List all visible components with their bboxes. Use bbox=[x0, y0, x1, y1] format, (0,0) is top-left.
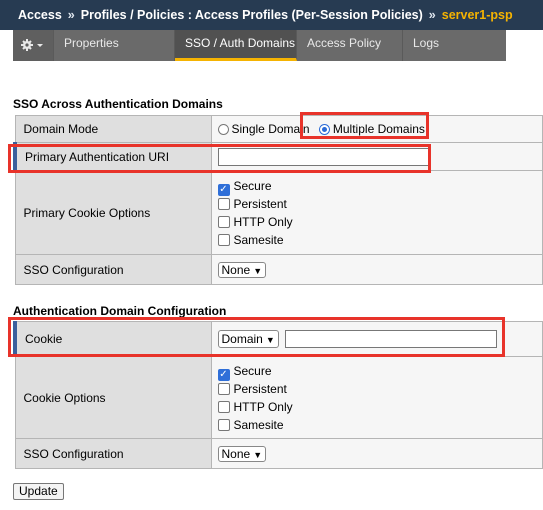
breadcrumb-current: server1-psp bbox=[441, 8, 513, 22]
cookie-options-row: Cookie Options ✓ Secure Persistent HTTP O… bbox=[14, 356, 543, 439]
primary-cookie-options-label: Primary Cookie Options bbox=[14, 170, 212, 255]
sso-configuration-row: SSO Configuration None ▼ bbox=[14, 254, 543, 285]
sso-configuration-value: None bbox=[221, 262, 251, 277]
breadcrumb-item-profiles[interactable]: Profiles / Policies : Access Profiles (P… bbox=[81, 8, 423, 22]
primary-http-only-checkbox[interactable] bbox=[217, 215, 230, 228]
sso-configuration-label: SSO Configuration bbox=[14, 254, 212, 285]
cookie-row: Cookie Domain ▼ bbox=[13, 321, 543, 357]
multiple-domains-label: Multiple Domains bbox=[332, 122, 425, 136]
chevron-down-icon: ▼ bbox=[265, 335, 275, 345]
sso-configuration-select[interactable]: None ▼ bbox=[217, 261, 267, 278]
tab-sso-auth-domains[interactable]: SSO / Auth Domains bbox=[175, 30, 297, 61]
primary-http-only-label: HTTP Only bbox=[233, 214, 293, 229]
gear-menu-button[interactable] bbox=[13, 30, 54, 61]
breadcrumb-item-access[interactable]: Access bbox=[18, 8, 62, 22]
radio-single-domain[interactable] bbox=[217, 124, 229, 135]
domain-mode-options: Single Domain Multiple Domains bbox=[210, 115, 543, 143]
http-only-label: HTTP Only bbox=[233, 399, 293, 414]
auth-sso-configuration-value: None bbox=[221, 446, 251, 461]
primary-secure-label: Secure bbox=[233, 178, 272, 193]
section-title-auth-domain: Authentication Domain Configuration bbox=[13, 304, 227, 318]
primary-samesite-label: Samesite bbox=[233, 232, 284, 247]
primary-persistent-checkbox[interactable] bbox=[217, 197, 230, 210]
cookie-type-select[interactable]: Domain ▼ bbox=[217, 330, 279, 348]
auth-domain-table: Cookie Domain ▼ Cookie Options ✓ Secure Pe… bbox=[13, 321, 543, 469]
tab-access-policy[interactable]: Access Policy bbox=[297, 30, 403, 61]
chevron-down-icon: ▼ bbox=[253, 449, 263, 460]
primary-samesite-checkbox[interactable] bbox=[217, 233, 230, 246]
persistent-label: Persistent bbox=[233, 381, 287, 396]
auth-sso-configuration-row: SSO Configuration None ▼ bbox=[14, 438, 543, 469]
section-title-sso: SSO Across Authentication Domains bbox=[13, 97, 223, 111]
cookie-label: Cookie bbox=[13, 321, 212, 357]
secure-label: Secure bbox=[233, 363, 272, 378]
primary-auth-uri-row: Primary Authentication URI bbox=[13, 142, 543, 171]
domain-mode-label: Domain Mode bbox=[14, 115, 212, 143]
tab-properties[interactable]: Properties bbox=[54, 30, 175, 61]
cookie-domain-input[interactable] bbox=[285, 330, 498, 348]
gear-icon bbox=[21, 39, 43, 51]
single-domain-label: Single Domain bbox=[231, 122, 310, 136]
primary-persistent-label: Persistent bbox=[233, 196, 287, 211]
primary-cookie-options-row: Primary Cookie Options ✓ Secure Persisten… bbox=[14, 170, 543, 255]
persistent-checkbox[interactable] bbox=[217, 382, 230, 395]
primary-auth-uri-label: Primary Authentication URI bbox=[13, 142, 212, 171]
tab-bar: Properties SSO / Auth Domains Access Pol… bbox=[13, 30, 506, 61]
primary-auth-uri-input[interactable] bbox=[217, 147, 431, 166]
chevron-down-icon: ▼ bbox=[253, 265, 263, 276]
auth-sso-configuration-select[interactable]: None ▼ bbox=[217, 445, 267, 462]
primary-secure-checkbox[interactable]: ✓ bbox=[217, 183, 230, 196]
http-only-checkbox[interactable] bbox=[217, 400, 230, 413]
samesite-checkbox[interactable] bbox=[217, 418, 230, 431]
auth-sso-configuration-label: SSO Configuration bbox=[14, 438, 212, 469]
domain-mode-row: Domain Mode Single Domain Multiple Domai… bbox=[14, 115, 543, 143]
radio-multiple-domains[interactable] bbox=[318, 124, 330, 135]
chevron-down-icon bbox=[37, 44, 43, 47]
breadcrumb-separator: » bbox=[67, 8, 75, 22]
secure-checkbox[interactable]: ✓ bbox=[217, 368, 230, 381]
update-button[interactable]: Update bbox=[13, 483, 64, 500]
breadcrumb-separator: » bbox=[428, 8, 436, 22]
tab-logs[interactable]: Logs bbox=[403, 30, 506, 61]
sso-settings-table: Domain Mode Single Domain Multiple Domai… bbox=[13, 115, 543, 285]
samesite-label: Samesite bbox=[233, 417, 284, 432]
breadcrumb: Access » Profiles / Policies : Access Prof… bbox=[0, 0, 543, 30]
cookie-options-label: Cookie Options bbox=[14, 356, 212, 439]
cookie-type-value: Domain bbox=[221, 332, 263, 346]
